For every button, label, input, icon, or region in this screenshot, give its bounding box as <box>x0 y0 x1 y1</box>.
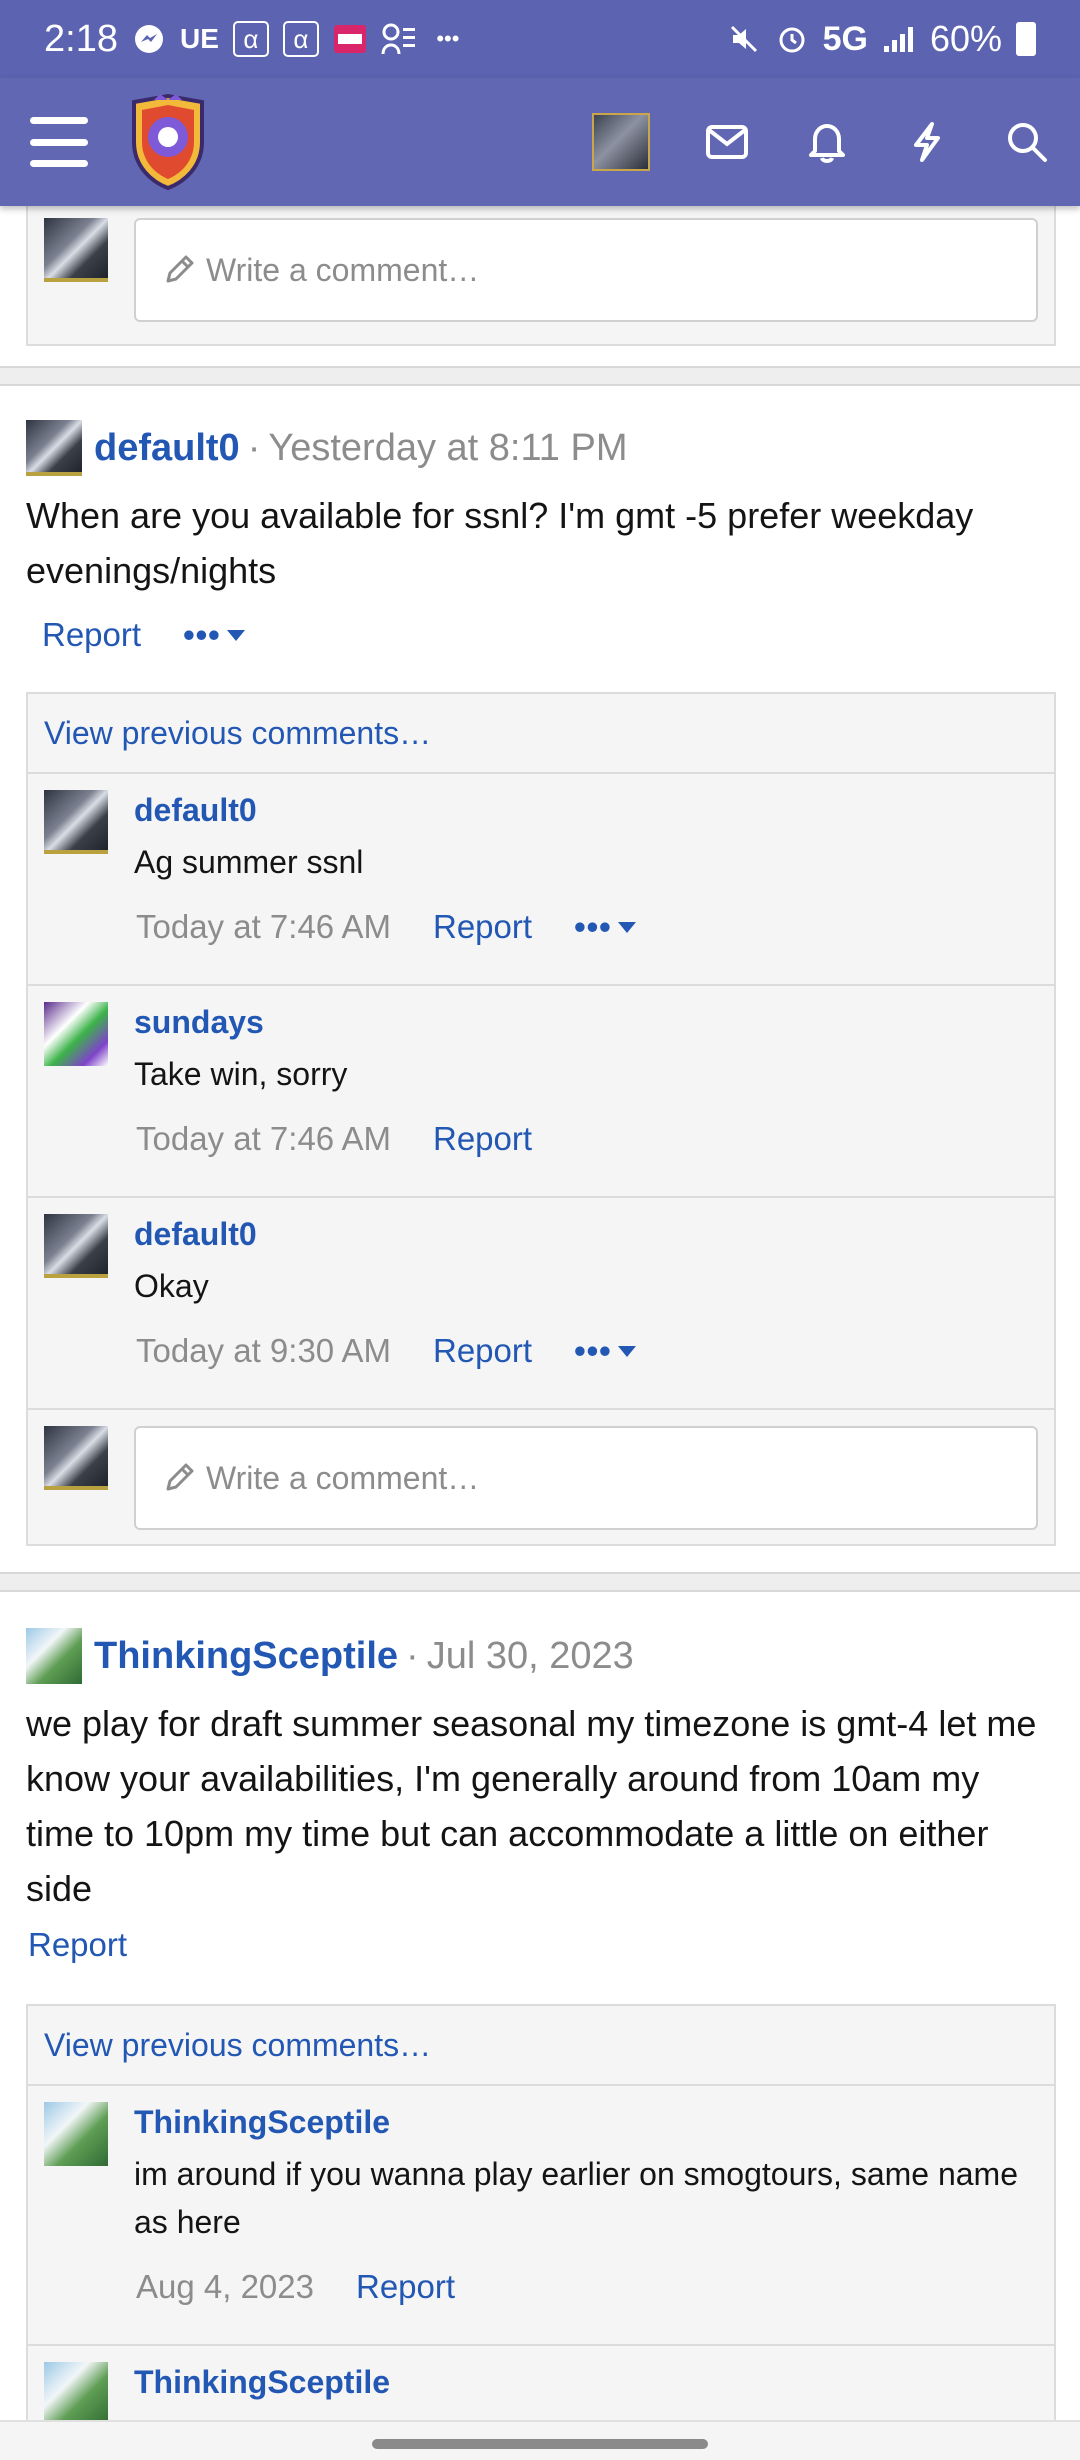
comment-text: Okay <box>134 1268 209 1304</box>
comment-box: Write a comment… <box>26 206 1056 346</box>
post-header: default0 · Yesterday at 8:11 PM <box>26 420 627 476</box>
post-body: we play for draft summer seasonal my tim… <box>26 1703 1037 1909</box>
comment-item: default0 Okay Today at 9:30 AM Report ••… <box>28 1198 1054 1410</box>
more-dots: ••• <box>574 908 612 945</box>
report-link[interactable]: Report <box>433 1120 532 1158</box>
mail-icon[interactable] <box>704 119 750 165</box>
comment-author[interactable]: default0 <box>134 1216 257 1253</box>
alarm-icon <box>775 22 809 56</box>
report-link[interactable]: Report <box>433 1332 532 1370</box>
clock: 2:18 <box>44 17 118 60</box>
report-link[interactable]: Report <box>42 616 141 654</box>
lightning-icon[interactable] <box>904 119 950 165</box>
battery-icon <box>1016 22 1036 56</box>
network-type: 5G <box>822 19 868 58</box>
post-time[interactable]: Yesterday at 8:11 PM <box>268 427 627 470</box>
report-link[interactable]: Report <box>433 908 532 946</box>
pencil-icon <box>166 255 194 283</box>
comment-meta: Today at 7:46 AM Report ••• <box>136 908 636 946</box>
site-logo[interactable] <box>124 92 212 192</box>
contact-card-icon <box>381 22 417 56</box>
pencil-icon <box>166 1463 194 1491</box>
comment-meta: Today at 9:30 AM Report ••• <box>136 1332 636 1370</box>
avatar[interactable] <box>44 2102 108 2166</box>
battery-percent: 60% <box>929 18 1002 59</box>
chevron-down-icon <box>226 629 245 641</box>
more-options-button[interactable]: ••• <box>574 908 636 946</box>
comment-meta: Aug 4, 2023 Report <box>136 2268 455 2306</box>
profile-post: default0 · Yesterday at 8:11 PM When are… <box>0 386 1080 1776</box>
comment-text: Take win, sorry <box>134 1056 348 1092</box>
more-dots: ••• <box>574 1332 612 1369</box>
comment-author[interactable]: ThinkingSceptile <box>134 2364 390 2401</box>
comments-box: View previous comments… default0 Ag summ… <box>26 692 1056 1546</box>
gesture-bar <box>0 2420 1080 2460</box>
more-options-button[interactable]: ••• <box>183 616 245 654</box>
profile-post: ThinkingSceptile · Jul 30, 2023 we play … <box>0 1592 1080 2420</box>
comment-item: ThinkingSceptile im around if you wanna … <box>28 2086 1054 2346</box>
avatar[interactable] <box>44 790 108 854</box>
post-actions: Report <box>28 1926 127 1964</box>
comment-meta: Today at 7:46 AM Report <box>136 1120 532 1158</box>
comment-time[interactable]: Today at 9:30 AM <box>136 1332 391 1370</box>
post-header: ThinkingSceptile · Jul 30, 2023 <box>26 1628 634 1684</box>
comment-author[interactable]: default0 <box>134 792 257 829</box>
alpha-icon-2: α <box>282 21 319 57</box>
avatar <box>44 1426 108 1490</box>
more-options-button[interactable]: ••• <box>574 1332 636 1370</box>
separator-dot: · <box>406 1634 419 1677</box>
play-badge-icon <box>333 22 367 56</box>
comment-author[interactable]: ThinkingSceptile <box>134 2104 390 2141</box>
bell-icon[interactable] <box>804 119 850 165</box>
comment-placeholder: Write a comment… <box>206 1459 480 1496</box>
avatar[interactable] <box>44 1214 108 1278</box>
comment-time[interactable]: Today at 7:46 AM <box>136 1120 391 1158</box>
report-link[interactable]: Report <box>356 2268 455 2306</box>
post-author[interactable]: ThinkingSceptile <box>94 1635 398 1678</box>
avatar[interactable] <box>44 2362 108 2420</box>
post-body: When are you available for ssnl? I'm gmt… <box>26 495 974 591</box>
avatar <box>44 218 108 282</box>
comments-box: View previous comments… ThinkingSceptile… <box>26 2004 1056 2420</box>
separator-dot: · <box>247 426 261 469</box>
post-separator <box>0 366 1080 386</box>
status-bar: 2:18 UE α α ••• 5G 60% <box>0 0 1080 78</box>
comment-item: ThinkingSceptile <box>28 2346 1054 2420</box>
chevron-down-icon <box>617 921 636 933</box>
home-handle[interactable] <box>372 2439 708 2449</box>
more-dots: ••• <box>183 616 221 653</box>
avatar[interactable] <box>26 1628 82 1684</box>
write-comment-input[interactable]: Write a comment… <box>134 1426 1038 1530</box>
chevron-down-icon <box>617 1345 636 1357</box>
carrier-tag: UE <box>179 23 219 54</box>
alpha-icon: α <box>232 21 269 57</box>
post-author[interactable]: default0 <box>94 427 240 470</box>
signal-icon <box>882 22 916 56</box>
comment-item: sundays Take win, sorry Today at 7:46 AM… <box>28 986 1054 1198</box>
comment-time[interactable]: Aug 4, 2023 <box>136 2268 314 2306</box>
more-notifications-icon: ••• <box>436 26 460 51</box>
search-icon[interactable] <box>1004 119 1050 165</box>
avatar[interactable] <box>26 420 82 476</box>
messenger-icon <box>132 22 166 56</box>
view-previous-comments[interactable]: View previous comments… <box>28 2006 1054 2086</box>
write-comment-input[interactable]: Write a comment… <box>134 218 1038 322</box>
post-separator <box>0 1572 1080 1592</box>
comment-text: Ag summer ssnl <box>134 844 364 880</box>
user-avatar[interactable] <box>592 113 650 171</box>
comment-placeholder: Write a comment… <box>206 251 480 288</box>
comment-author[interactable]: sundays <box>134 1004 264 1041</box>
top-navbar <box>0 78 1080 206</box>
comment-text: im around if you wanna play earlier on s… <box>134 2156 1018 2240</box>
thread-content: Write a comment… default0 · Yesterday at… <box>0 206 1080 2420</box>
mute-icon <box>727 22 761 56</box>
menu-icon[interactable] <box>30 117 88 167</box>
comment-item: default0 Ag summer ssnl Today at 7:46 AM… <box>28 774 1054 986</box>
avatar[interactable] <box>44 1002 108 1066</box>
view-previous-comments[interactable]: View previous comments… <box>28 694 1054 774</box>
report-link[interactable]: Report <box>28 1926 127 1964</box>
post-time[interactable]: Jul 30, 2023 <box>427 1635 634 1678</box>
comment-time[interactable]: Today at 7:46 AM <box>136 908 391 946</box>
post-actions: Report ••• <box>42 616 245 654</box>
